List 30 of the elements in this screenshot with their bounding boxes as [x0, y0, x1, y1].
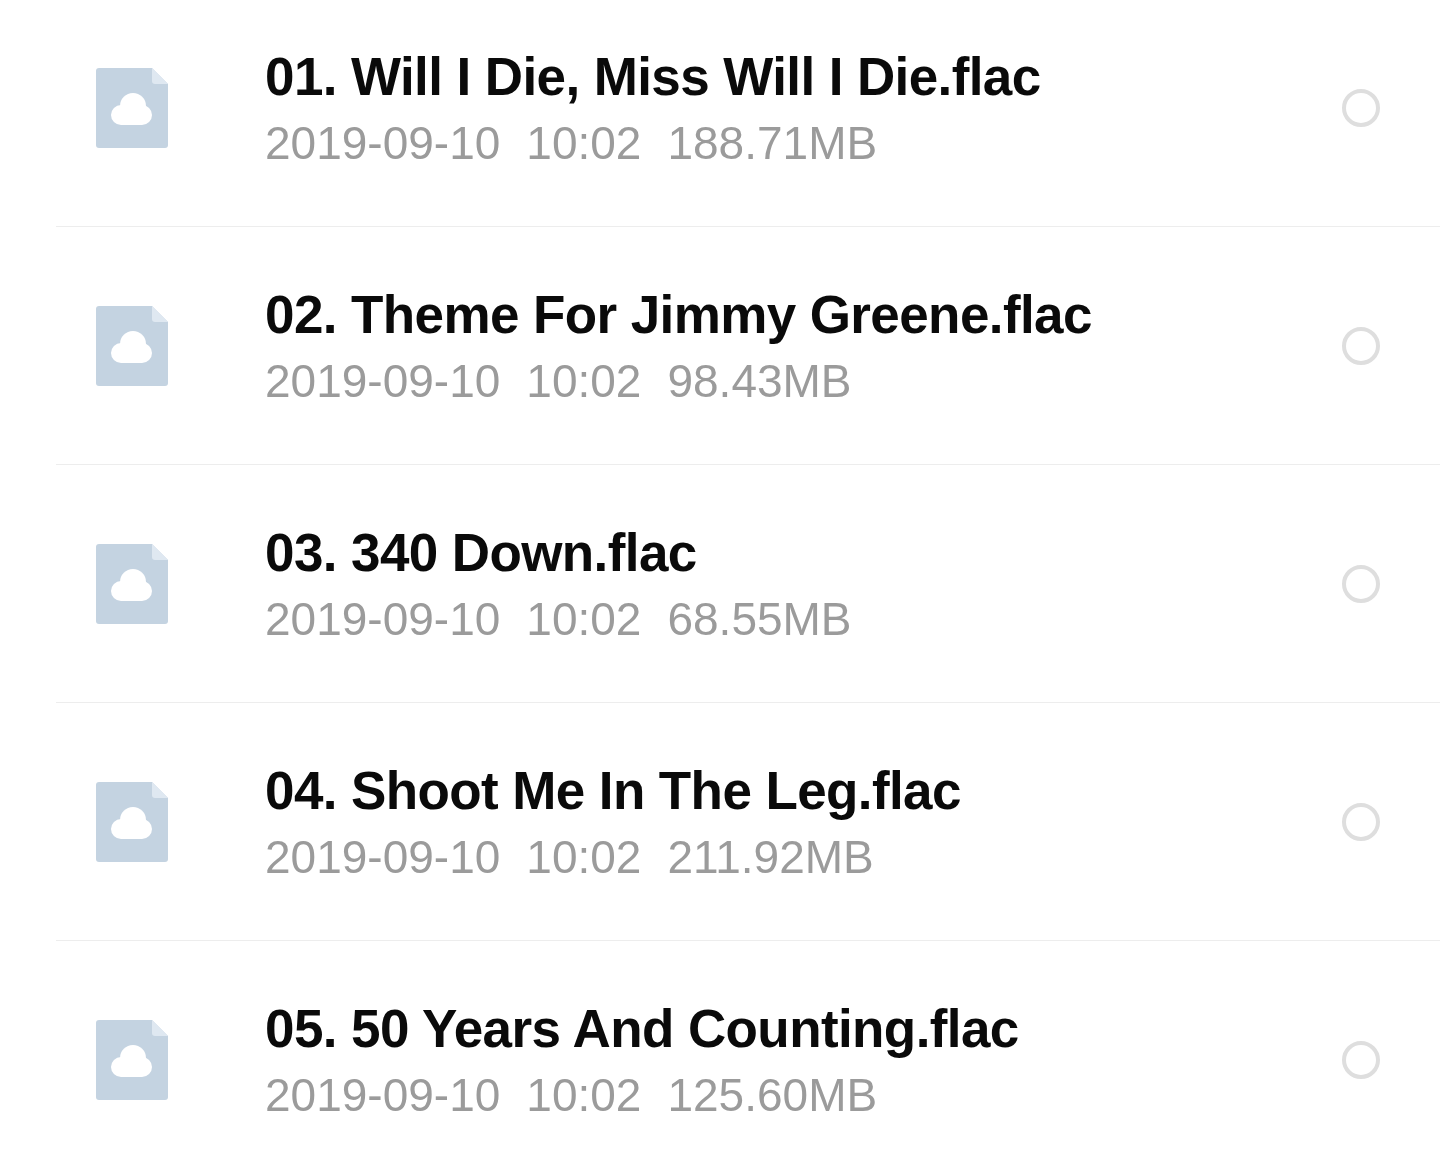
file-date: 2019-09-10 [265, 591, 501, 647]
file-time: 10:02 [526, 353, 642, 409]
file-time: 10:02 [526, 591, 642, 647]
file-name: 05. 50 Years And Counting.flac [265, 997, 1020, 1060]
file-size: 98.43MB [667, 353, 852, 409]
file-date: 2019-09-10 [265, 1067, 501, 1123]
cloud-file-icon [96, 781, 168, 862]
file-size: 211.92MB [667, 829, 874, 885]
file-name: 02. Theme For Jimmy Greene.flac [265, 283, 1093, 346]
file-time: 10:02 [526, 1067, 642, 1123]
cloud-file-icon [96, 543, 168, 624]
file-time: 10:02 [526, 115, 642, 171]
file-name: 04. Shoot Me In The Leg.flac [265, 759, 962, 822]
file-date: 2019-09-10 [265, 353, 501, 409]
file-size: 125.60MB [667, 1067, 878, 1123]
file-size: 68.55MB [667, 591, 852, 647]
cloud-file-icon [96, 305, 168, 386]
select-radio[interactable] [1342, 326, 1380, 365]
select-radio[interactable] [1342, 564, 1380, 603]
select-radio[interactable] [1342, 1040, 1380, 1079]
file-time: 10:02 [526, 829, 642, 885]
file-date: 2019-09-10 [265, 829, 501, 885]
select-radio[interactable] [1342, 802, 1380, 841]
file-name: 03. 340 Down.flac [265, 521, 698, 584]
cloud-file-icon [96, 1019, 168, 1100]
file-name: 01. Will I Die, Miss Will I Die.flac [265, 45, 1042, 108]
cloud-file-icon [96, 67, 168, 148]
file-date: 2019-09-10 [265, 115, 501, 171]
file-size: 188.71MB [667, 115, 878, 171]
select-radio[interactable] [1342, 88, 1380, 127]
